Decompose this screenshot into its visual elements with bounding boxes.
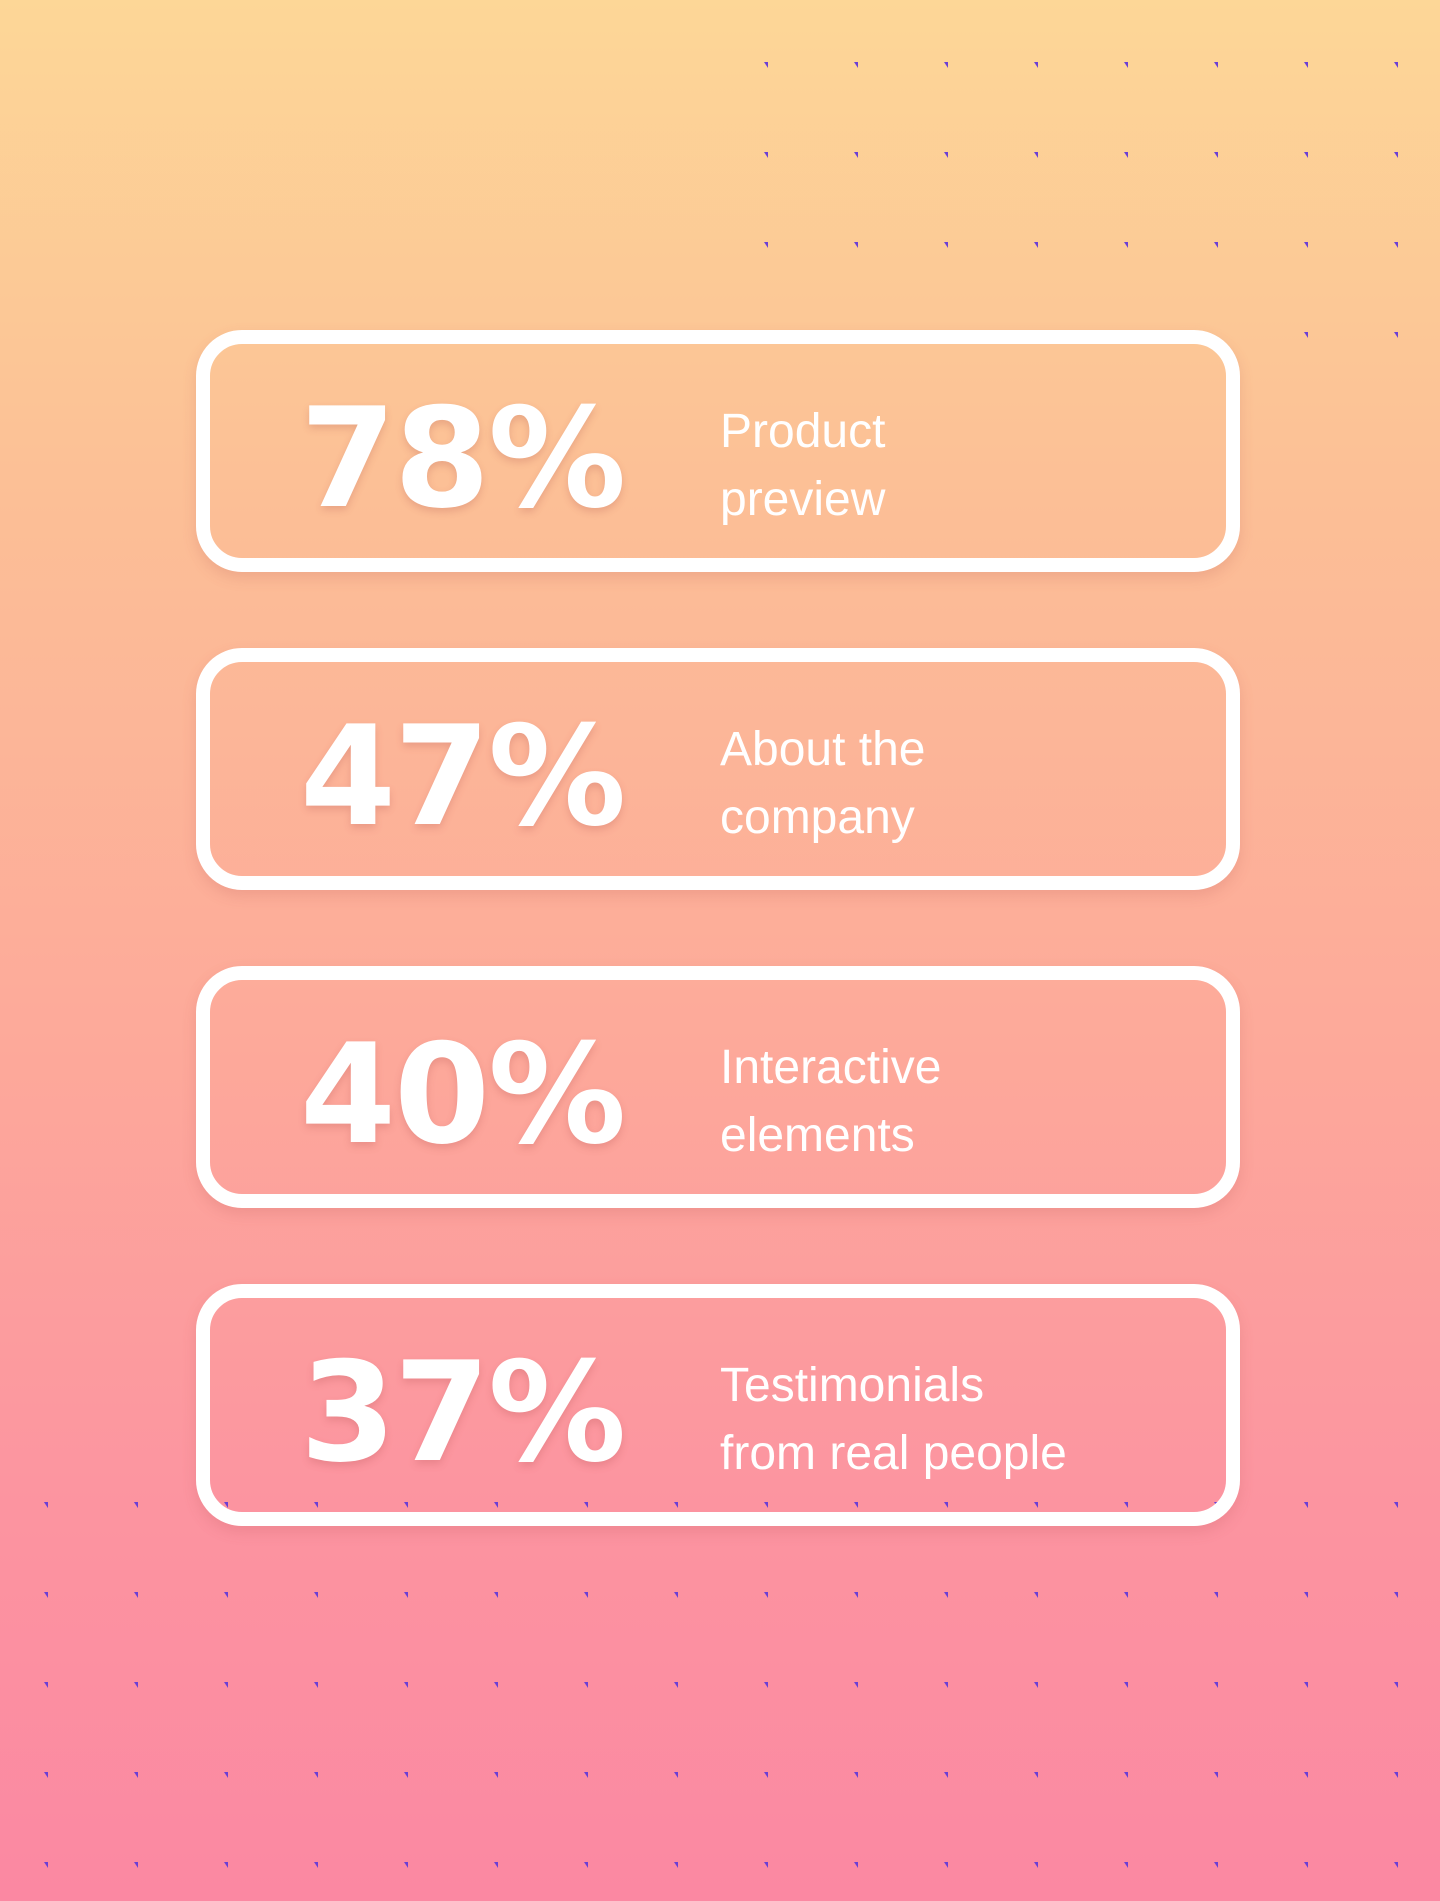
stat-card-product-preview: 78% Product preview — [196, 330, 1240, 572]
stat-value: 37% — [300, 1332, 626, 1493]
dot-grid-bottom-right-edge — [1260, 1500, 1440, 1560]
stat-label: Interactive elements — [720, 1041, 942, 1162]
stat-card-about-company: 47% About the company — [196, 648, 1240, 890]
dot-grid-top-right-lower — [1260, 270, 1440, 360]
stat-value: 40% — [300, 1014, 626, 1175]
stat-card-testimonials: 37% Testimonials from real people — [196, 1284, 1240, 1526]
stat-label: Testimonials from real people — [720, 1359, 1067, 1480]
stat-value: 78% — [300, 378, 626, 539]
stat-value: 47% — [300, 696, 626, 857]
stat-label: About the company — [720, 723, 926, 844]
dot-grid-top-right — [720, 0, 1440, 270]
dot-grid-bottom-left-edge — [0, 1500, 180, 1560]
dot-grid-decoration — [0, 0, 1440, 1901]
stat-card-interactive-elements: 40% Interactive elements — [196, 966, 1240, 1208]
stat-label: Product preview — [720, 405, 886, 526]
